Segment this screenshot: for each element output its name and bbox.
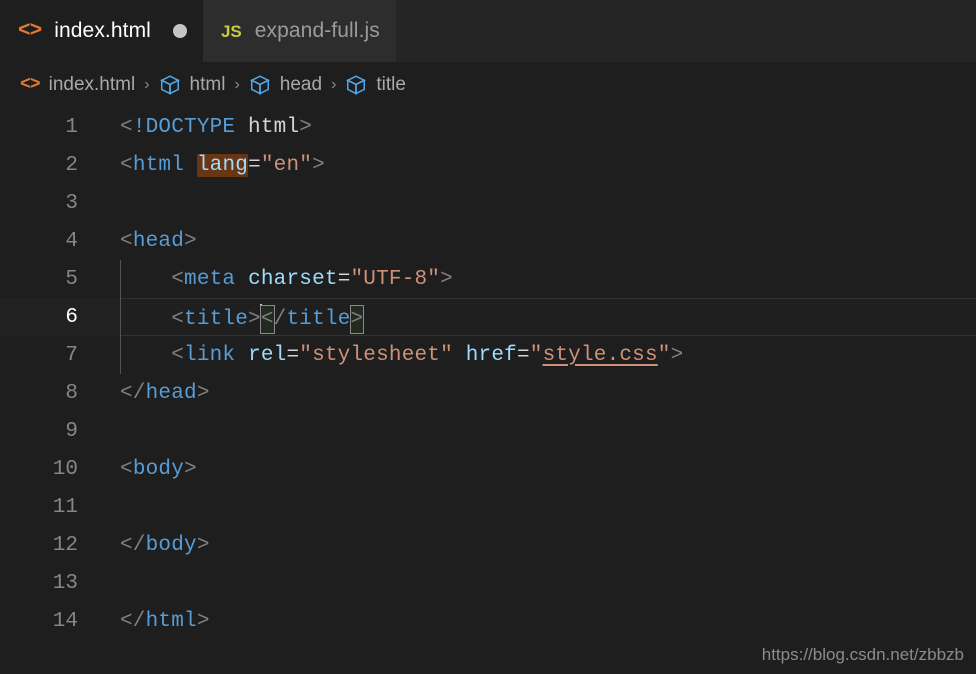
breadcrumb-item-index-html[interactable]: <> index.html [20,74,135,96]
code-editor[interactable]: 1 <!DOCTYPE html> 2 <html lang="en"> 3 4… [0,108,976,674]
line-number: 11 [52,495,78,519]
chevron-right-icon: › [234,76,240,93]
code-line-content[interactable]: <body> [120,458,197,481]
code-line[interactable]: 2 <html lang="en"> [0,146,976,184]
symbol-cube-icon [345,74,367,96]
code-line[interactable]: 3 [0,184,976,222]
line-number-active: 6 [65,305,78,329]
code-line[interactable]: 14 </html> [0,602,976,640]
line-number: 3 [65,191,78,215]
code-line-content[interactable]: <head> [120,230,197,253]
code-line[interactable]: 7 <link rel="stylesheet" href="style.css… [0,336,976,374]
breadcrumb-label: title [376,74,406,95]
line-number: 1 [65,115,78,139]
line-number: 9 [65,419,78,443]
tab-label: index.html [54,19,151,42]
code-lines: 1 <!DOCTYPE html> 2 <html lang="en"> 3 4… [0,108,976,640]
code-line-content[interactable]: <!DOCTYPE html> [120,116,312,139]
js-file-icon: JS [220,21,242,41]
breadcrumb-item-title[interactable]: title [345,74,406,96]
line-number: 7 [65,343,78,367]
bracket-match-open: < [259,304,275,334]
unsaved-changes-dot-icon[interactable] [172,24,187,38]
breadcrumb-item-html[interactable]: html [159,74,226,96]
code-line-content[interactable]: <html lang="en"> [120,153,325,177]
code-line[interactable]: 13 [0,564,976,602]
line-number: 12 [52,533,78,557]
line-number: 10 [52,457,78,481]
code-line[interactable]: 8 </head> [0,374,976,412]
symbol-cube-icon [159,74,181,96]
code-line-content[interactable]: <meta charset="UTF-8"> [120,268,453,291]
code-line-content[interactable]: <title></title> [120,303,365,334]
tab-index-html[interactable]: <> index.html [0,0,203,62]
line-number: 13 [52,571,78,595]
breadcrumb: <> index.html › html › head › title [0,62,976,108]
html-file-icon: <> [20,75,41,95]
breadcrumb-item-head[interactable]: head [249,74,322,96]
breadcrumb-label: head [279,74,323,95]
code-line[interactable]: 9 [0,412,976,450]
line-number: 4 [65,229,78,253]
tab-label: expand-full.js [254,19,380,42]
code-line[interactable]: 12 </body> [0,526,976,564]
vscode-window: <> index.html JS expand-full.js <> index… [0,0,976,674]
chevron-right-icon: › [331,76,337,93]
code-line[interactable]: 10 <body> [0,450,976,488]
line-number: 14 [52,609,78,633]
breadcrumb-label: index.html [48,74,136,95]
code-line-content[interactable]: <link rel="stylesheet" href="style.css"> [120,344,683,367]
line-number: 2 [65,153,78,177]
html-file-icon: <> [18,19,42,43]
tab-expand-full-js[interactable]: JS expand-full.js [202,0,396,62]
bracket-match-close: > [349,304,365,334]
symbol-cube-icon [249,74,271,96]
watermark: https://blog.csdn.net/zbbzb [761,645,964,664]
code-line-active[interactable]: 6 <title></title> [0,298,976,336]
breadcrumb-label: html [189,74,226,95]
line-number: 8 [65,381,78,405]
word-highlight: lang [196,153,249,177]
code-line[interactable]: 1 <!DOCTYPE html> [0,108,976,146]
code-line-content[interactable]: </head> [120,382,210,405]
code-line[interactable]: 11 [0,488,976,526]
code-line-content[interactable]: </html> [120,610,210,633]
editor-tab-bar: <> index.html JS expand-full.js [0,0,976,62]
file-link[interactable]: style.css [543,344,658,367]
code-line-content[interactable]: </body> [120,534,210,557]
chevron-right-icon: › [144,76,150,93]
tab-bar-empty-space [395,0,976,62]
code-line[interactable]: 4 <head> [0,222,976,260]
code-line[interactable]: 5 <meta charset="UTF-8"> [0,260,976,298]
line-number: 5 [65,267,78,291]
